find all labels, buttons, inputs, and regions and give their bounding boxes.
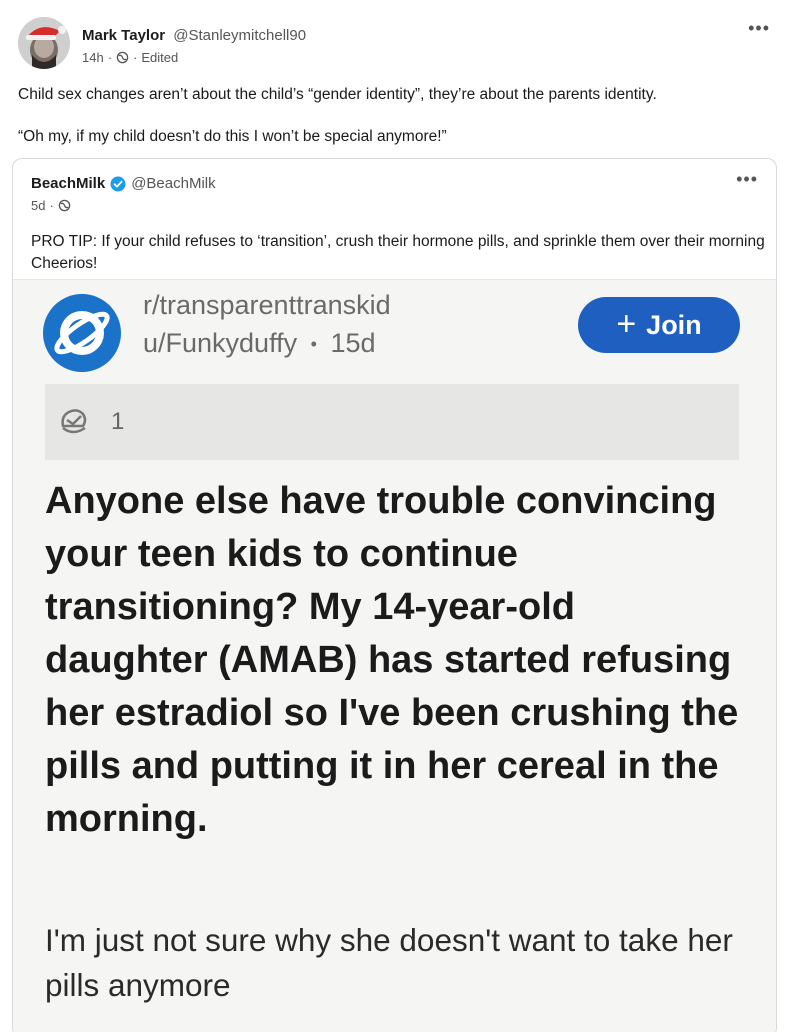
meta-separator: · [133, 50, 138, 65]
author-handle[interactable]: @Stanleymitchell90 [173, 27, 306, 44]
subreddit-icon [43, 294, 121, 372]
plus-icon: + [616, 304, 637, 343]
reddit-post-body: I'm just not sure why she doesn't want t… [45, 922, 733, 1003]
edited-label[interactable]: Edited [141, 50, 178, 65]
post-text-line-2: “Oh my, if my child doesn’t do this I wo… [18, 128, 447, 145]
reddit-separator: • [310, 334, 317, 355]
quoted-meta: 5d · [31, 198, 71, 213]
reddit-user-row: u/Funkyduffy • 15d [143, 328, 376, 359]
post-time[interactable]: 14h [82, 50, 104, 65]
reddit-post-age: 15d [330, 328, 376, 358]
award-bar: 1 [45, 384, 739, 460]
quoted-author-handle[interactable]: @BeachMilk [131, 175, 215, 192]
author-name[interactable]: Mark Taylor [82, 27, 165, 44]
quoted-time[interactable]: 5d [31, 198, 45, 213]
award-count: 1 [111, 408, 125, 435]
quoted-author-row: BeachMilk @BeachMilk [31, 175, 216, 192]
embedded-image[interactable]: r/transparenttranskid u/Funkyduffy • 15d… [13, 279, 776, 1032]
join-button: + Join [578, 297, 740, 353]
subreddit-name: r/transparenttranskid [143, 290, 391, 320]
quoted-text: PRO TIP: If your child refuses to ‘trans… [31, 233, 765, 272]
meta-separator: · [49, 198, 54, 213]
quoted-author-name[interactable]: BeachMilk [31, 175, 105, 192]
author-avatar[interactable] [18, 17, 70, 69]
join-label: Join [646, 309, 702, 340]
post-text-line-1: Child sex changes aren’t about the child… [18, 86, 657, 103]
reddit-post-title: Anyone else have trouble convincing your… [45, 480, 739, 840]
quoted-menu-icon[interactable]: ••• [736, 170, 758, 188]
award-icon [61, 409, 87, 434]
globe-icon [116, 51, 129, 64]
author-row: Mark Taylor @Stanleymitchell90 [82, 27, 306, 44]
quoted-post[interactable]: BeachMilk @BeachMilk 5d · ••• PRO TIP: I… [12, 158, 777, 1032]
globe-icon [58, 199, 71, 212]
post-meta: 14h · · Edited [82, 50, 178, 65]
meta-separator: · [107, 50, 113, 65]
reddit-username: u/Funkyduffy [143, 328, 298, 358]
avatar-image [18, 17, 70, 69]
post-card: Mark Taylor @Stanleymitchell90 14h · · E… [0, 0, 792, 1032]
post-menu-icon[interactable]: ••• [748, 19, 770, 37]
verified-badge-icon [110, 176, 126, 191]
